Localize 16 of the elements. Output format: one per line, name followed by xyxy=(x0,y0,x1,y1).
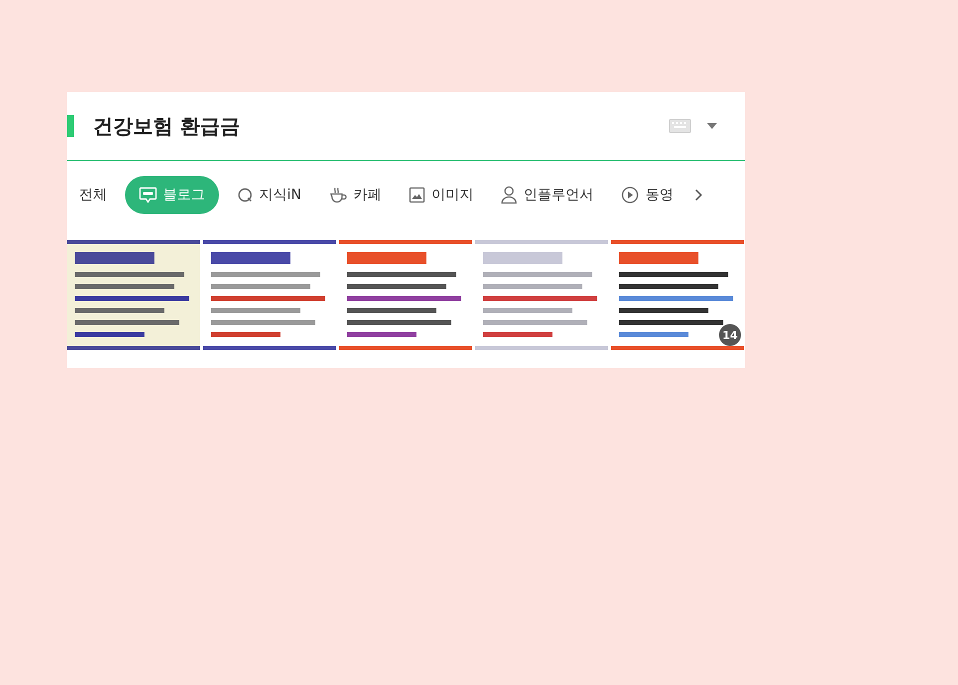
category-tab[interactable]: 전체 xyxy=(69,176,117,214)
person-icon xyxy=(501,186,518,204)
category-tab[interactable]: 동영 xyxy=(611,176,684,214)
image-icon xyxy=(409,187,426,203)
search-icon xyxy=(237,187,253,203)
search-query[interactable]: 건강보험 환급금 xyxy=(93,112,669,140)
speech-bubble-icon xyxy=(139,187,157,203)
play-icon xyxy=(621,186,640,204)
accent-bar xyxy=(67,115,74,137)
category-tab[interactable]: 인플루언서 xyxy=(491,176,604,214)
chevron-right-icon[interactable] xyxy=(695,189,704,201)
category-tab[interactable]: 카페 xyxy=(319,176,392,214)
caret-icon[interactable] xyxy=(707,123,717,129)
coffee-cup-icon xyxy=(329,186,348,204)
category-tab[interactable]: 이미지 xyxy=(399,176,484,214)
category-tab[interactable]: 지식iN xyxy=(227,176,312,214)
